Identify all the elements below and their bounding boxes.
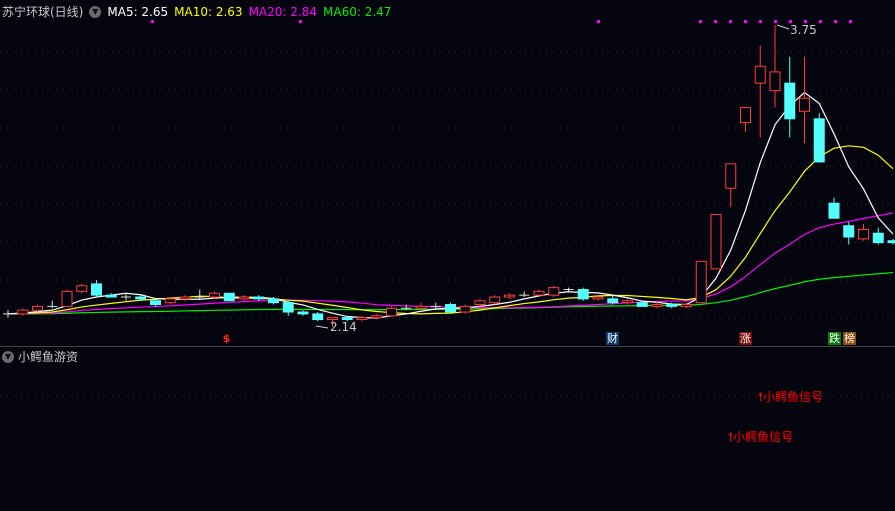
candle-body	[695, 260, 707, 304]
candle-body	[622, 300, 633, 304]
candle-body	[504, 294, 515, 298]
candle-body	[813, 118, 825, 163]
candle-body	[356, 317, 368, 321]
candle-body	[17, 309, 29, 315]
panel-divider[interactable]	[0, 346, 895, 347]
candle-body	[858, 228, 869, 240]
candle-body	[607, 298, 619, 304]
candle-body	[710, 213, 722, 270]
signal-label: 🠕小鳄鱼信号	[758, 390, 824, 404]
signal-dot	[834, 20, 837, 23]
candle-body	[238, 296, 250, 300]
candle-body	[282, 302, 294, 313]
candle-body	[636, 302, 648, 307]
stock-title: 苏宁环球(日线)	[2, 5, 84, 19]
signal-dot	[699, 20, 702, 23]
candle-body	[681, 304, 692, 307]
ma10-label: MA10: 2.63	[174, 4, 243, 19]
candle-body	[887, 240, 895, 244]
candle-body	[828, 202, 840, 219]
signal-label: 🠕小鳄鱼信号	[728, 430, 794, 444]
signal-dot	[849, 20, 852, 23]
finance-marker[interactable]: 财	[606, 332, 619, 345]
candle-body	[386, 307, 397, 317]
signal-dot	[774, 20, 777, 23]
candle-body	[474, 300, 486, 306]
subpanel-header: ▼ 小鳄鱼游资	[2, 348, 78, 365]
candle-body	[415, 305, 427, 309]
candle-body	[843, 225, 855, 238]
candle-body	[577, 289, 589, 300]
ma10-line	[7, 145, 894, 315]
candle-body	[872, 232, 884, 244]
candle-body	[253, 296, 265, 300]
subpanel-title: 小鳄鱼游资	[18, 350, 79, 364]
dollar-marker[interactable]: $	[220, 332, 233, 345]
candle-body	[799, 97, 810, 112]
candle-body	[76, 285, 88, 292]
signal-dot	[744, 20, 747, 23]
candle-body	[150, 300, 161, 306]
signal-dot	[819, 20, 822, 23]
candle-body	[754, 65, 766, 84]
ma60-label: MA60: 2.47	[323, 4, 392, 19]
candle-body	[769, 71, 781, 92]
dropdown-icon[interactable]: ▼	[89, 5, 102, 18]
signal-dot	[729, 20, 732, 23]
candle-body	[297, 311, 309, 315]
candle-body	[179, 296, 191, 300]
low-pointer	[315, 325, 329, 329]
rank-marker[interactable]: 榜	[843, 332, 856, 345]
candle-body	[459, 305, 471, 313]
high-pointer	[776, 24, 790, 30]
candle-body	[105, 294, 117, 298]
candle-body	[666, 304, 678, 307]
rise-marker[interactable]: 涨	[739, 332, 752, 345]
candle-body	[784, 82, 796, 120]
candle-body	[725, 163, 737, 189]
ma5-label: MA5: 2.65	[107, 4, 169, 19]
high-price-label: 3.75	[790, 23, 817, 37]
candle-body	[651, 304, 663, 307]
candle-body	[61, 290, 73, 307]
candle-body	[371, 315, 383, 319]
signal-dot	[714, 20, 717, 23]
dropdown-icon[interactable]: ▼	[2, 350, 14, 363]
candle-body	[209, 292, 220, 298]
candle-body	[592, 296, 604, 300]
fall-marker[interactable]: 跌	[828, 332, 841, 345]
signal-dot	[597, 20, 600, 23]
ma20-label: MA20: 2.84	[248, 4, 317, 19]
candle-body	[548, 287, 560, 296]
candle-body	[489, 296, 501, 304]
signal-dot	[759, 20, 762, 23]
candle-body	[268, 298, 279, 304]
candle-body	[164, 298, 176, 304]
candle-body	[135, 296, 147, 300]
candle-body	[91, 283, 102, 296]
signal-dot	[151, 20, 154, 23]
low-price-label: 2.14	[330, 320, 357, 334]
signal-dot	[299, 20, 302, 23]
candle-body	[740, 107, 751, 124]
candle-body	[312, 313, 324, 321]
candle-body	[445, 304, 456, 313]
chart-header: 苏宁环球(日线) ▼ MA5: 2.65 MA10: 2.63 MA20: 2.…	[2, 3, 391, 20]
candle-body	[223, 292, 235, 302]
candle-body	[32, 305, 43, 311]
candle-body	[533, 290, 545, 296]
